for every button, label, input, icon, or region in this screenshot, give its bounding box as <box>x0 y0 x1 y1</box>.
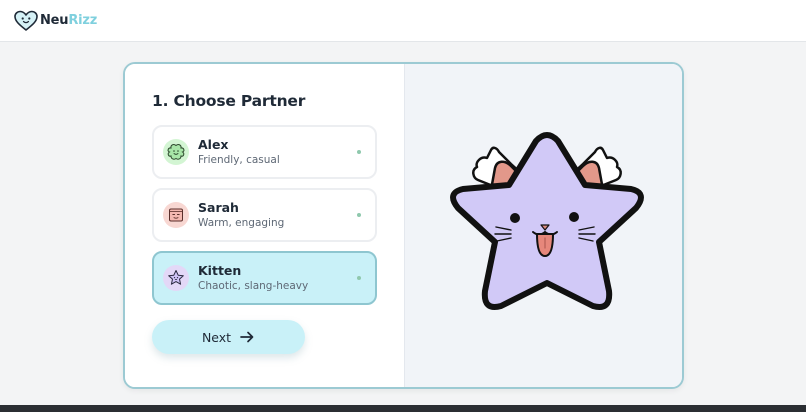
partner-selection-card: 1. Choose Partner Alex Friendly, casual <box>123 62 684 389</box>
partner-option-alex[interactable]: Alex Friendly, casual <box>152 125 377 179</box>
window-bottom-edge <box>0 405 806 412</box>
status-dot <box>357 150 361 154</box>
right-eye <box>569 212 579 222</box>
status-dot <box>357 276 361 280</box>
partner-description: Warm, engaging <box>198 216 285 229</box>
brand-name: NeuRizz <box>40 13 97 28</box>
avatar <box>163 202 189 228</box>
top-bar: NeuRizz <box>0 0 806 42</box>
next-button[interactable]: Next <box>152 320 305 354</box>
partner-selection-panel: 1. Choose Partner Alex Friendly, casual <box>125 64 404 387</box>
partner-name: Alex <box>198 136 229 152</box>
clover-face-icon <box>167 144 185 160</box>
next-button-label: Next <box>201 329 232 345</box>
partner-description: Chaotic, slang-heavy <box>198 279 309 292</box>
left-eye <box>510 213 520 223</box>
avatar <box>163 265 189 291</box>
star-cat-mascot <box>450 132 644 310</box>
star-cat-icon <box>168 270 184 285</box>
partner-description: Friendly, casual <box>198 153 280 166</box>
status-dot <box>357 213 361 217</box>
partner-preview-panel <box>404 64 682 387</box>
brand-name-part2: Rizz <box>68 13 98 28</box>
arrow-right-icon <box>240 331 254 343</box>
avatar <box>163 139 189 165</box>
square-face-icon <box>169 208 183 222</box>
partner-option-sarah[interactable]: Sarah Warm, engaging <box>152 188 377 242</box>
heart-face-icon <box>14 10 38 31</box>
brand-name-part1: Neu <box>40 13 69 28</box>
partner-name: Sarah <box>198 199 239 215</box>
partner-name: Kitten <box>198 262 242 278</box>
app-logo[interactable]: NeuRizz <box>13 9 97 33</box>
step-title: 1. Choose Partner <box>152 92 306 110</box>
partner-option-kitten[interactable]: Kitten Chaotic, slang-heavy <box>152 251 377 305</box>
